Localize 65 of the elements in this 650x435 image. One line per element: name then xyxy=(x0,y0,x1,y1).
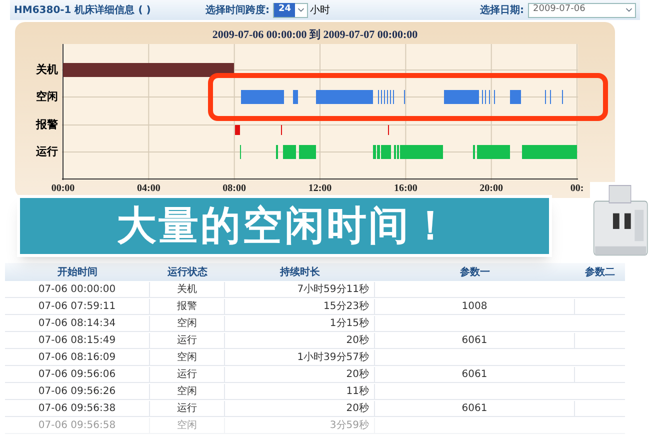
axis-tick-label: 20:00 xyxy=(478,182,504,196)
table-cell: 运行 xyxy=(150,366,225,382)
table-cell: 20秒 xyxy=(225,366,375,382)
date-label: 选择日期: xyxy=(480,4,524,18)
alarm-segment xyxy=(235,125,240,135)
table-cell: 07-06 09:56:06 xyxy=(5,366,150,382)
page-title: HM6380-1 机床详细信息 ( ) xyxy=(14,3,151,18)
axis-tick-label: 04:00 xyxy=(136,182,162,196)
run-segment xyxy=(477,145,510,159)
table-cell: 20秒 xyxy=(225,332,375,348)
table-cell: 07-06 09:56:58 xyxy=(5,418,150,432)
span-select[interactable]: 24 xyxy=(273,2,308,18)
table-cell: 1008 xyxy=(375,298,575,314)
table-cell: 11秒 xyxy=(225,384,375,398)
table-cell: 空闲 xyxy=(150,350,225,364)
lane-label: 关机 xyxy=(36,62,58,78)
table-cell: 20秒 xyxy=(225,400,375,416)
callout-banner: 大量的空闲时间！ xyxy=(17,195,552,257)
table-cell: 15分23秒 xyxy=(225,298,375,314)
axis-tick-label: 16:00 xyxy=(393,182,418,196)
column-header[interactable]: 参数一 xyxy=(375,264,575,280)
table-cell: 6061 xyxy=(375,366,575,382)
axis-tick-label: 08:00 xyxy=(222,182,247,196)
table-cell: 07-06 09:56:26 xyxy=(5,384,150,398)
idle-segment xyxy=(241,90,284,104)
column-header[interactable]: 持续时长 xyxy=(225,264,375,280)
table-cell: 07-06 08:14:34 xyxy=(5,316,150,330)
table-cell: 7小时59分11秒 xyxy=(225,282,375,296)
axis-tick-label: 00: xyxy=(569,182,585,196)
lane-label: 报警 xyxy=(36,117,58,133)
idle-segment xyxy=(444,90,479,104)
axis-tick-label: 00:00 xyxy=(50,182,76,196)
span-unit: 小时 xyxy=(310,4,330,18)
table-cell: 报警 xyxy=(150,298,225,314)
column-header[interactable]: 运行状态 xyxy=(150,264,225,280)
table-cell: 6061 xyxy=(375,400,575,416)
table-cell: 运行 xyxy=(150,400,225,416)
idle-segment xyxy=(293,90,298,104)
table-cell: 空闲 xyxy=(150,418,225,432)
date-select[interactable]: 2009-07-06 xyxy=(528,2,636,18)
lane-label: 空闲 xyxy=(36,89,58,105)
axis-tick-label: 12:00 xyxy=(307,182,333,196)
lane-label: 运行 xyxy=(36,144,58,160)
idle-segment xyxy=(510,90,521,104)
table-cell: 07-06 00:00:00 xyxy=(5,282,150,296)
column-header[interactable]: 开始时间 xyxy=(5,264,150,280)
table-cell: 1分15秒 xyxy=(225,316,375,330)
idle-segment xyxy=(316,90,373,104)
table-cell: 07-06 07:59:11 xyxy=(5,298,150,314)
table-cell: 07-06 08:16:09 xyxy=(5,350,150,364)
table-cell: 07-06 09:56:38 xyxy=(5,400,150,416)
table-cell: 1小时39分57秒 xyxy=(225,350,375,364)
run-segment xyxy=(522,145,577,159)
column-header[interactable]: 参数二 xyxy=(575,264,625,280)
table-cell: 关机 xyxy=(150,282,225,296)
run-segment xyxy=(299,145,316,159)
table-cell: 6061 xyxy=(375,332,575,348)
table-cell: 空闲 xyxy=(150,316,225,330)
table-cell: 空闲 xyxy=(150,384,225,398)
run-segment xyxy=(283,145,296,159)
chart-title: 2009-07-06 00:00:00 到 2009-07-07 00:00:00 xyxy=(211,28,419,42)
table-cell: 3分59秒 xyxy=(225,418,375,432)
span-label: 选择时间跨度: xyxy=(205,3,270,18)
table-cell: 07-06 08:15:49 xyxy=(5,332,150,348)
table-cell: 运行 xyxy=(150,332,225,348)
